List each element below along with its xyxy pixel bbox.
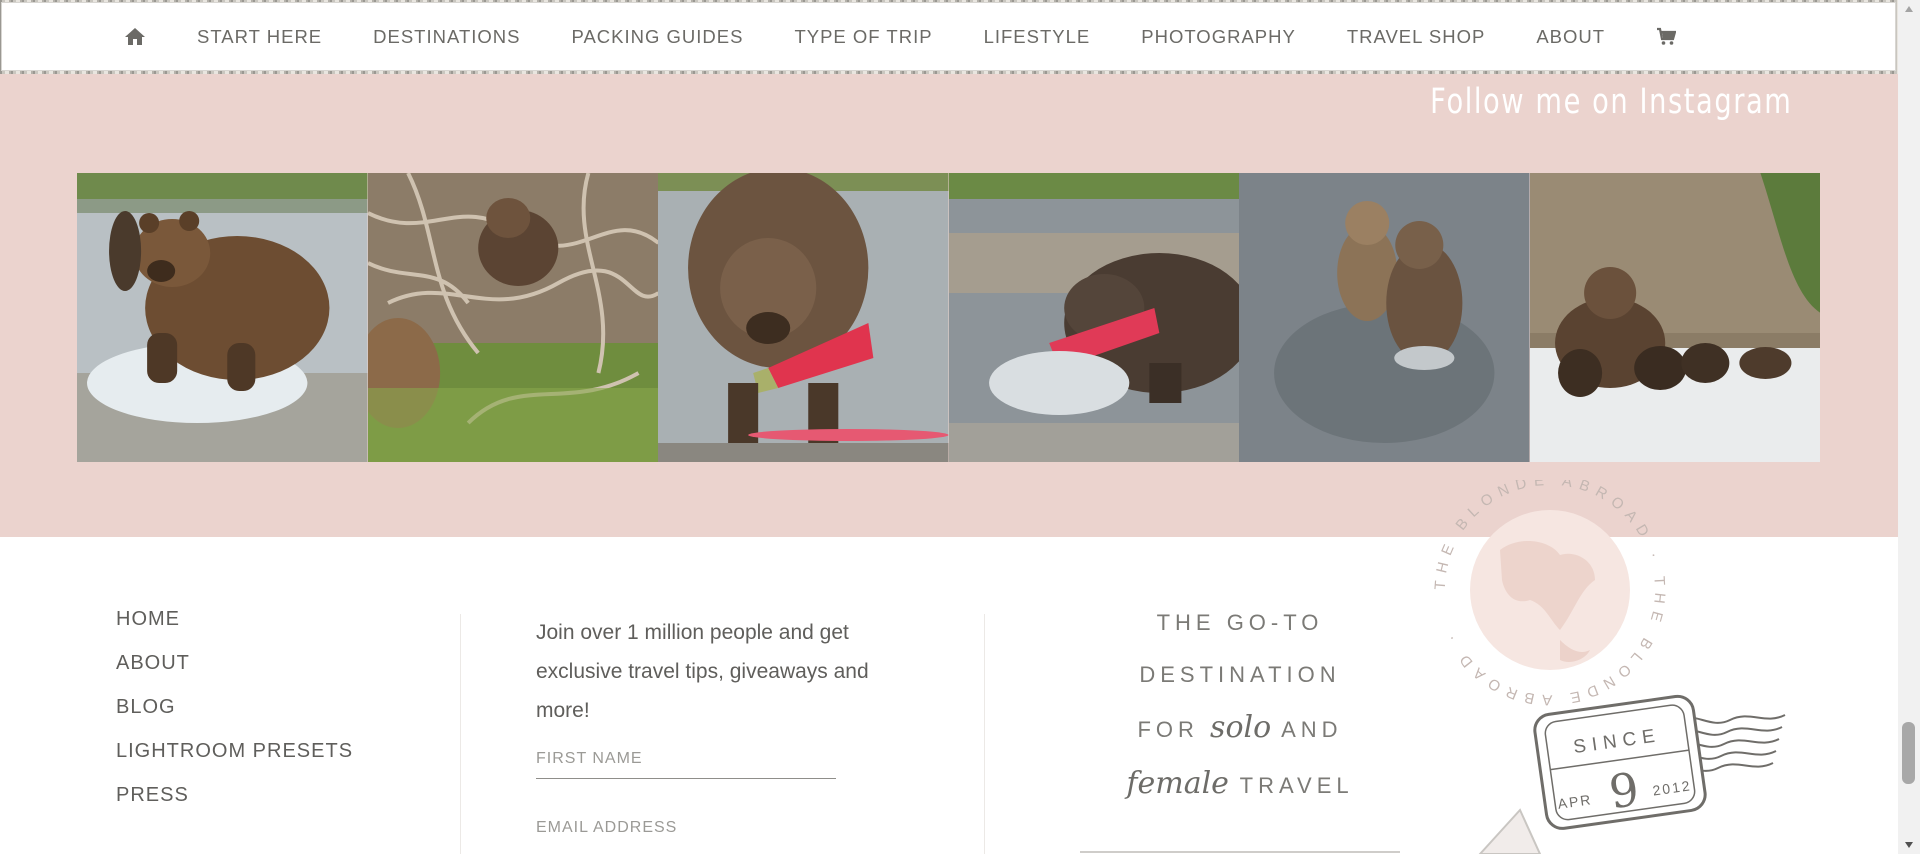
email-field-wrapper [536,819,836,847]
tagline-line-2: DESTINATION [1139,662,1341,687]
cart-icon[interactable] [1656,27,1677,46]
footer-divider [460,614,461,854]
nav-about[interactable]: ABOUT [1536,26,1605,48]
footer-link-about[interactable]: ABOUT [116,652,353,675]
nav-start-here[interactable]: START HERE [197,26,322,48]
tagline-line-1: THE GO-TO [1156,610,1324,635]
scroll-up-arrow-icon[interactable] [1898,0,1920,18]
instagram-gallery [77,173,1820,462]
tagline-travel: TRAVEL [1239,773,1354,798]
paper-plane-icon [1478,808,1542,854]
nav-destinations[interactable]: DESTINATIONS [373,26,520,48]
footer-link-press[interactable]: PRESS [116,784,353,807]
since-stamp-logo: THE BLONDE ABROAD · THE BLONDE ABROAD · … [1432,480,1786,854]
footer-link-lightroom-presets[interactable]: LIGHTROOM PRESETS [116,740,353,763]
scrollbar-thumb[interactable] [1902,722,1915,784]
nav-photography[interactable]: PHOTOGRAPHY [1141,26,1296,48]
nav-packing-guides[interactable]: PACKING GUIDES [571,26,743,48]
instagram-photo-bear-rapids[interactable] [948,173,1239,462]
tagline-and: AND [1281,717,1343,742]
nav-lifestyle[interactable]: LIFESTYLE [984,26,1091,48]
footer-link-home[interactable]: HOME [116,608,353,631]
tagline-female: female [1126,766,1229,801]
tagline-line-3: FOR solo AND [1080,710,1400,745]
page-scrollbar[interactable] [1898,0,1920,854]
newsletter-signup: Join over 1 million people and get exclu… [536,613,886,847]
first-name-input[interactable] [536,750,836,768]
first-name-field-wrapper [536,750,836,779]
instagram-photo-bear-family-snow[interactable] [1529,173,1820,462]
instagram-section: Follow me on Instagram [0,74,1898,537]
instagram-photo-bear-running[interactable] [77,173,368,462]
instagram-photo-bear-cub-branches[interactable] [367,173,658,462]
footer-links: HOME ABOUT BLOG LIGHTROOM PRESETS PRESS [116,608,353,828]
tagline-solo: solo [1210,710,1272,745]
email-input[interactable] [536,819,836,837]
home-icon[interactable] [124,27,146,46]
instagram-photo-bear-cubs-water[interactable] [1239,173,1530,462]
scroll-down-arrow-icon[interactable] [1898,836,1920,854]
footer-divider [984,614,985,854]
tagline-for: FOR [1137,717,1199,742]
tagline-line-4: female TRAVEL [1080,766,1400,801]
tagline-divider-icon [1080,851,1400,853]
footer-link-blog[interactable]: BLOG [116,696,353,719]
nav-travel-shop[interactable]: TRAVEL SHOP [1347,26,1485,48]
instagram-photo-bear-salmon[interactable] [658,173,949,462]
nav-type-of-trip[interactable]: TYPE OF TRIP [794,26,932,48]
main-nav: START HERE DESTINATIONS PACKING GUIDES T… [1,2,1896,71]
newsletter-description: Join over 1 million people and get exclu… [536,621,869,722]
instagram-heading: Follow me on Instagram [1429,82,1792,122]
